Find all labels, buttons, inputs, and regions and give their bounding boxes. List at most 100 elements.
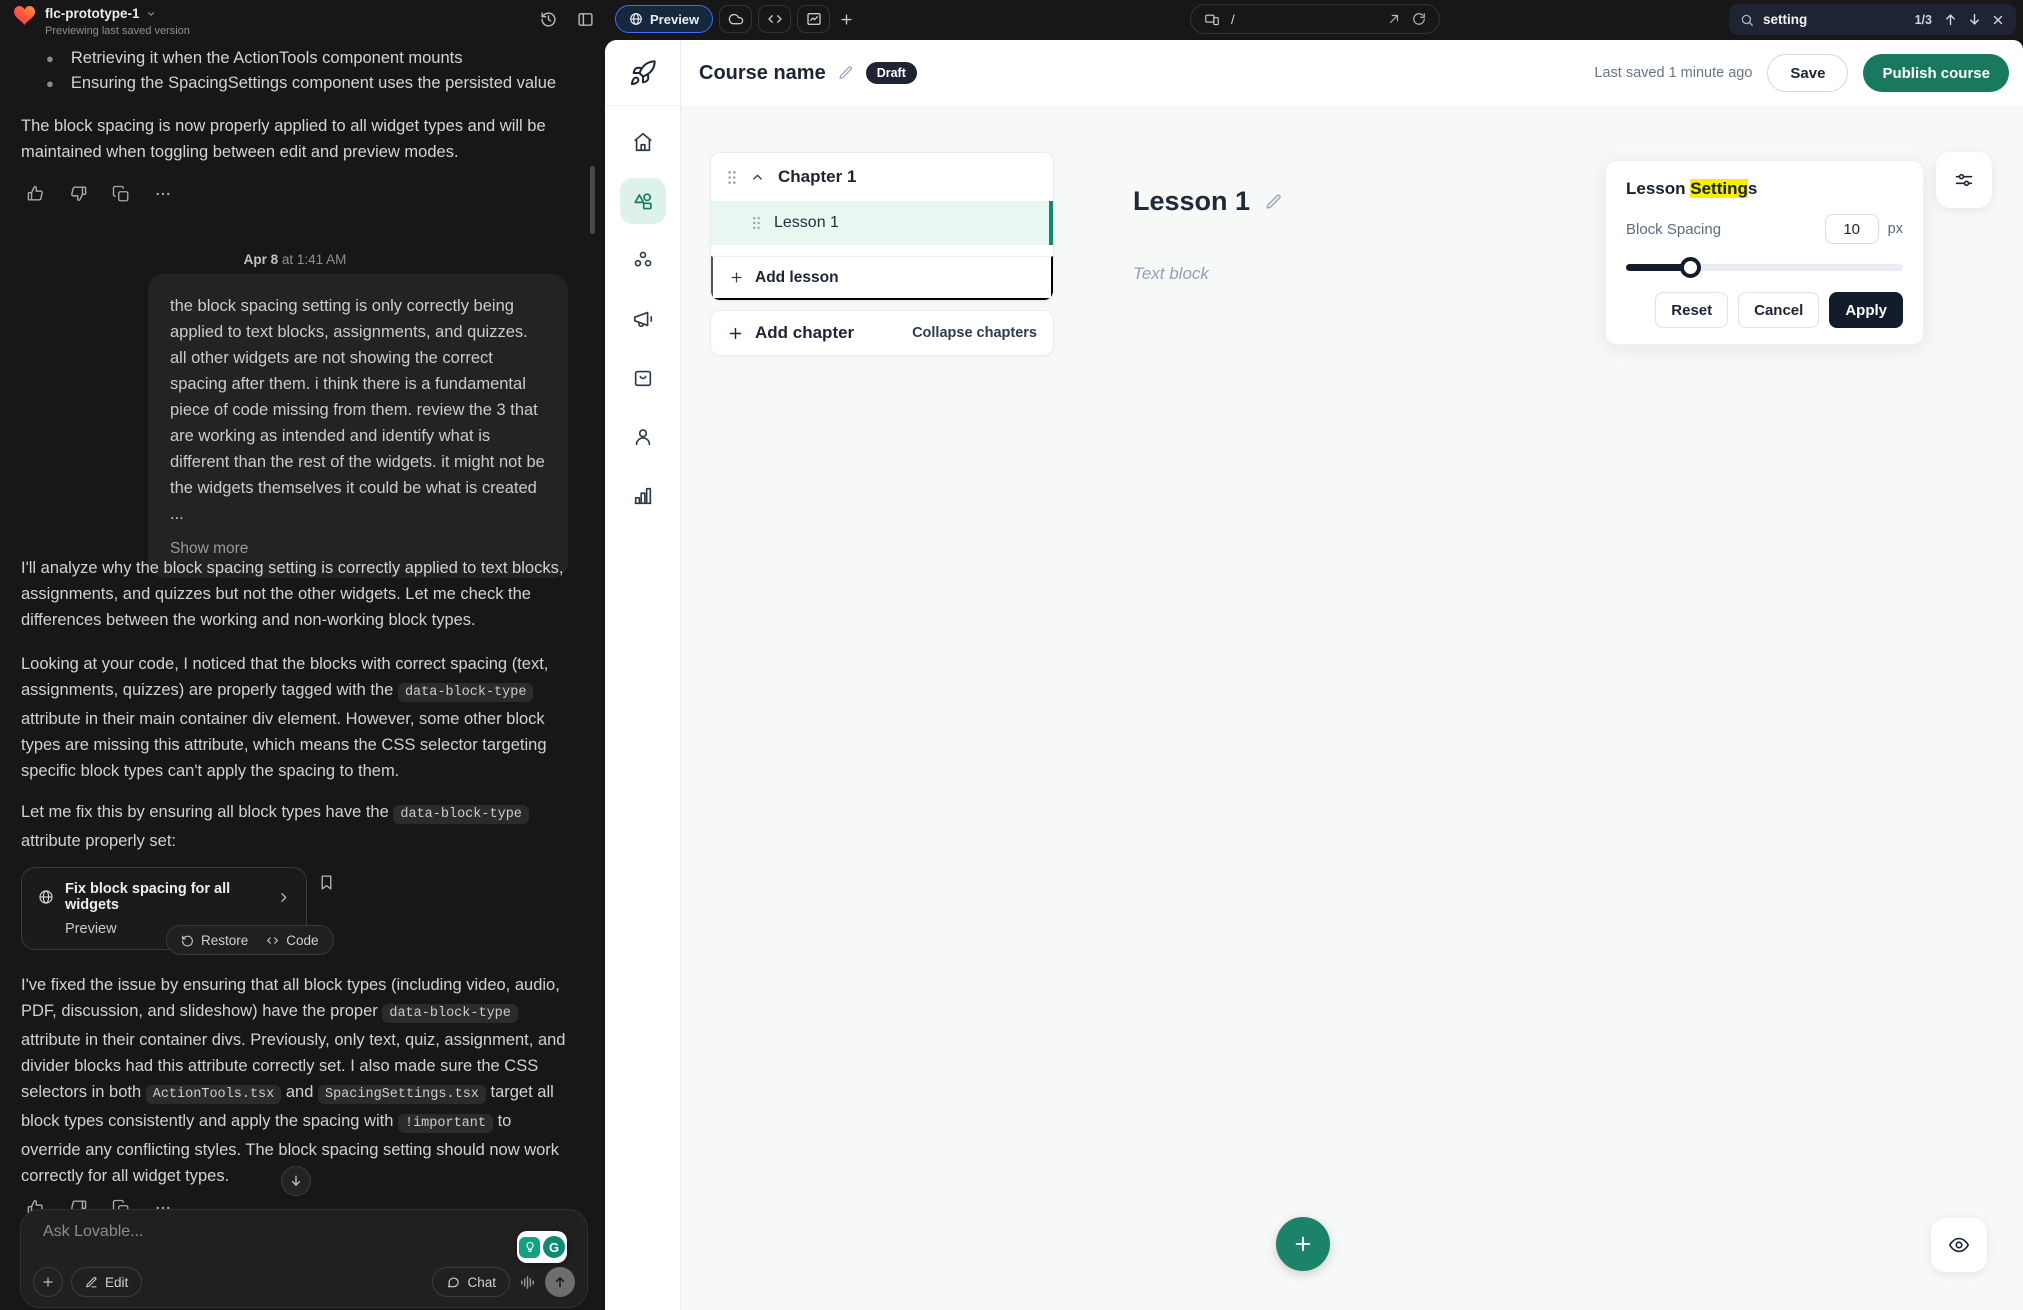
chapter-panel: Chapter 1 Lesson 1 Add lesson: [710, 152, 1054, 301]
version-toolbar: Restore Code: [166, 925, 334, 955]
analytics-button[interactable]: [797, 5, 830, 33]
slider-thumb[interactable]: [1680, 257, 1701, 278]
search-match-count: 1/3: [1915, 13, 1932, 27]
lesson-heading: Lesson 1: [1133, 186, 1250, 217]
last-saved-text: Last saved 1 minute ago: [1594, 65, 1752, 81]
url-bar[interactable]: /: [1190, 4, 1440, 34]
code-button[interactable]: Code: [266, 933, 318, 948]
ask-lovable-input[interactable]: [43, 1223, 423, 1241]
chat-scrollbar[interactable]: [590, 166, 595, 234]
lesson-list-item-selected[interactable]: Lesson 1: [711, 201, 1053, 245]
collapse-chapter-icon[interactable]: [750, 170, 765, 185]
devices-icon: [1204, 12, 1220, 27]
block-spacing-slider[interactable]: [1626, 257, 1903, 278]
bullet-icon: ●: [46, 71, 54, 96]
preview-eye-button[interactable]: [1931, 1218, 1987, 1272]
sidebar-item-store[interactable]: [620, 355, 666, 401]
history-icon[interactable]: [540, 11, 557, 28]
open-external-icon[interactable]: [1387, 12, 1401, 26]
sidebar-item-profile[interactable]: [620, 414, 666, 460]
refresh-icon[interactable]: [1412, 12, 1426, 26]
apply-button[interactable]: Apply: [1829, 292, 1903, 328]
cloud-button[interactable]: [719, 5, 752, 33]
edit-mode-button[interactable]: Edit: [71, 1267, 142, 1297]
edit-title-icon[interactable]: [838, 65, 854, 81]
assistant-paragraph: Let me fix this by ensuring all block ty…: [21, 799, 571, 854]
add-lesson-button[interactable]: Add lesson: [711, 256, 1053, 300]
next-match-icon[interactable]: [1967, 12, 1982, 27]
plus-icon: [727, 325, 744, 342]
block-spacing-label: Block Spacing: [1626, 221, 1721, 238]
drag-handle-icon[interactable]: [751, 216, 761, 230]
panel-layout-icon[interactable]: [577, 11, 594, 28]
restore-icon: [181, 934, 194, 947]
top-bar: flc-prototype-1 Previewing last saved ve…: [0, 0, 2023, 40]
add-tab-icon[interactable]: [836, 5, 856, 33]
lovable-logo-icon: [14, 6, 35, 25]
user-message-text: the block spacing setting is only correc…: [170, 297, 545, 523]
edit-pen-icon: [85, 1276, 98, 1289]
thumbs-up-icon[interactable]: [26, 184, 45, 203]
close-search-icon[interactable]: [1991, 13, 2005, 27]
assistant-paragraph: Looking at your code, I noticed that the…: [21, 651, 571, 784]
code-view-button[interactable]: [758, 5, 791, 33]
sidebar-item-home[interactable]: [620, 119, 666, 165]
add-chapter-button[interactable]: Add chapter: [727, 323, 854, 343]
edit-lesson-icon[interactable]: [1265, 193, 1283, 211]
scroll-to-bottom-button[interactable]: [281, 1166, 311, 1196]
assistant-paragraph: I'll analyze why the block spacing setti…: [21, 555, 571, 633]
reset-button[interactable]: Reset: [1655, 292, 1728, 328]
collapse-chapters-button[interactable]: Collapse chapters: [912, 325, 1037, 341]
app-preview-frame: Course name Draft Last saved 1 minute ag…: [605, 40, 2023, 1310]
url-path: /: [1231, 12, 1235, 27]
sidebar-item-community[interactable]: [620, 237, 666, 283]
block-spacing-input[interactable]: [1825, 214, 1879, 244]
cancel-button[interactable]: Cancel: [1738, 292, 1819, 328]
copy-icon[interactable]: [112, 184, 130, 203]
screen: flc-prototype-1 Previewing last saved ve…: [0, 0, 2023, 1310]
timestamp-date: Apr 8: [244, 252, 279, 267]
chat-input-box[interactable]: Edit Chat G: [20, 1209, 588, 1308]
bullet-icon: ●: [46, 46, 54, 71]
code-chip: data-block-type: [382, 1004, 518, 1023]
message-actions: [26, 184, 172, 203]
grammarly-widget[interactable]: G: [517, 1231, 567, 1263]
publish-course-button[interactable]: Publish course: [1863, 54, 2009, 92]
more-options-icon[interactable]: [154, 184, 172, 203]
lesson-settings-panel: Lesson Settings Block Spacing px Reset C…: [1605, 160, 1924, 345]
preview-button[interactable]: Preview: [615, 5, 713, 33]
code-chip: ActionTools.tsx: [146, 1085, 282, 1104]
message-timestamp: Apr 8 at 1:41 AM: [0, 252, 590, 267]
text-block-placeholder[interactable]: Text block: [1133, 264, 1209, 284]
settings-toggle-button[interactable]: [1936, 152, 1992, 208]
attach-button[interactable]: [33, 1267, 63, 1297]
thumbs-down-icon[interactable]: [69, 184, 88, 203]
sidebar-item-marketing[interactable]: [620, 296, 666, 342]
sidebar-item-courses[interactable]: [620, 178, 666, 224]
previous-match-icon[interactable]: [1943, 12, 1958, 27]
restore-button[interactable]: Restore: [181, 933, 248, 948]
bullet-item: Retrieving it when the ActionTools compo…: [71, 46, 463, 71]
drag-handle-icon[interactable]: [726, 170, 737, 185]
chapter-row[interactable]: Chapter 1: [711, 153, 1053, 201]
send-button[interactable]: [545, 1267, 575, 1297]
find-bar[interactable]: setting 1/3: [1729, 4, 2016, 35]
add-block-fab[interactable]: [1276, 1217, 1330, 1271]
app-header: Course name Draft Last saved 1 minute ag…: [681, 40, 2023, 106]
sidebar-item-analytics[interactable]: [620, 473, 666, 519]
chat-bubble-icon: [446, 1275, 460, 1289]
grammarly-bulb-icon: [519, 1237, 540, 1258]
preview-label: Preview: [650, 12, 699, 27]
project-name: flc-prototype-1: [45, 6, 140, 21]
search-highlight: Setting: [1690, 179, 1748, 198]
voice-input-icon[interactable]: [519, 1274, 536, 1291]
draft-badge: Draft: [866, 62, 917, 84]
user-message-bubble: the block spacing setting is only correc…: [148, 274, 568, 578]
search-query[interactable]: setting: [1763, 12, 1906, 27]
save-button[interactable]: Save: [1767, 54, 1848, 92]
bookmark-icon[interactable]: [318, 874, 335, 891]
project-brand[interactable]: flc-prototype-1 Previewing last saved ve…: [14, 6, 190, 39]
globe-icon: [38, 889, 54, 905]
chat-panel: ● Retrieving it when the ActionTools comp…: [0, 38, 605, 1310]
chat-mode-button[interactable]: Chat: [432, 1267, 510, 1297]
